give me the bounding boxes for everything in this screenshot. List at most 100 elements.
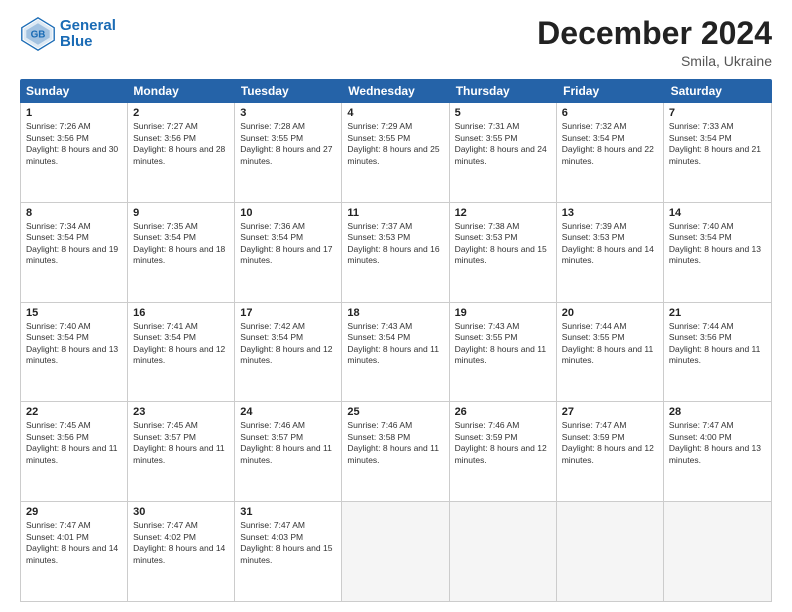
cell-info: Sunrise: 7:47 AMSunset: 3:59 PMDaylight:… [562,420,654,464]
day-number: 1 [26,107,122,119]
day-number: 21 [669,307,766,319]
calendar-cell: 30 Sunrise: 7:47 AMSunset: 4:02 PMDayligh… [128,502,235,601]
calendar-row: 29 Sunrise: 7:47 AMSunset: 4:01 PMDayligh… [21,502,771,601]
cell-info: Sunrise: 7:40 AMSunset: 3:54 PMDaylight:… [26,321,118,365]
cell-info: Sunrise: 7:31 AMSunset: 3:55 PMDaylight:… [455,121,547,165]
calendar-cell [342,502,449,601]
cell-info: Sunrise: 7:47 AMSunset: 4:01 PMDaylight:… [26,520,118,564]
calendar-cell: 23Sunrise: 7:45 AMSunset: 3:57 PMDayligh… [128,402,235,501]
cell-info: Sunrise: 7:43 AMSunset: 3:55 PMDaylight:… [455,321,547,365]
cell-info: Sunrise: 7:47 AMSunset: 4:02 PMDaylight:… [133,520,225,564]
calendar-cell: 10Sunrise: 7:36 AMSunset: 3:54 PMDayligh… [235,203,342,302]
calendar-cell: 27 Sunrise: 7:47 AMSunset: 3:59 PMDayligh… [557,402,664,501]
day-number: 8 [26,207,122,219]
calendar-cell: 28Sunrise: 7:47 AMSunset: 4:00 PMDayligh… [664,402,771,501]
page: GB General Blue December 2024 Smila, Ukr… [0,0,792,612]
calendar: Sunday Monday Tuesday Wednesday Thursday… [20,79,772,602]
day-number: 22 [26,406,122,418]
calendar-cell: 4 Sunrise: 7:29 AMSunset: 3:55 PMDaylight… [342,103,449,202]
header-wednesday: Wednesday [342,79,449,103]
calendar-cell: 29 Sunrise: 7:47 AMSunset: 4:01 PMDayligh… [21,502,128,601]
logo: GB General Blue [20,16,116,52]
day-number: 19 [455,307,551,319]
cell-info: Sunrise: 7:42 AMSunset: 3:54 PMDaylight:… [240,321,332,365]
calendar-cell: 18 Sunrise: 7:43 AMSunset: 3:54 PMDayligh… [342,303,449,402]
calendar-row: 15 Sunrise: 7:40 AMSunset: 3:54 PMDayligh… [21,303,771,403]
cell-info: Sunrise: 7:47 AMSunset: 4:03 PMDaylight:… [240,520,332,564]
calendar-cell: 3 Sunrise: 7:28 AMSunset: 3:55 PMDaylight… [235,103,342,202]
calendar-cell: 5 Sunrise: 7:31 AMSunset: 3:55 PMDaylight… [450,103,557,202]
cell-info: Sunrise: 7:43 AMSunset: 3:54 PMDaylight:… [347,321,439,365]
calendar-cell [664,502,771,601]
calendar-cell: 17 Sunrise: 7:42 AMSunset: 3:54 PMDayligh… [235,303,342,402]
svg-text:GB: GB [31,30,46,41]
header-monday: Monday [127,79,234,103]
header-saturday: Saturday [665,79,772,103]
calendar-cell: 20 Sunrise: 7:44 AMSunset: 3:55 PMDayligh… [557,303,664,402]
day-number: 3 [240,107,336,119]
calendar-cell: 21 Sunrise: 7:44 AMSunset: 3:56 PMDayligh… [664,303,771,402]
cell-info: Sunrise: 7:28 AMSunset: 3:55 PMDaylight:… [240,121,332,165]
logo-icon: GB [20,16,56,52]
location: Smila, Ukraine [537,53,772,69]
day-number: 28 [669,406,766,418]
cell-info: Sunrise: 7:37 AMSunset: 3:53 PMDaylight:… [347,221,439,265]
calendar-cell: 19 Sunrise: 7:43 AMSunset: 3:55 PMDayligh… [450,303,557,402]
calendar-cell: 6Sunrise: 7:32 AMSunset: 3:54 PMDaylight… [557,103,664,202]
day-number: 2 [133,107,229,119]
day-number: 5 [455,107,551,119]
header-friday: Friday [557,79,664,103]
cell-info: Sunrise: 7:46 AMSunset: 3:57 PMDaylight:… [240,420,332,464]
cell-info: Sunrise: 7:29 AMSunset: 3:55 PMDaylight:… [347,121,439,165]
calendar-row: 8Sunrise: 7:34 AMSunset: 3:54 PMDaylight… [21,203,771,303]
calendar-cell: 8Sunrise: 7:34 AMSunset: 3:54 PMDaylight… [21,203,128,302]
day-number: 7 [669,107,766,119]
calendar-cell [450,502,557,601]
header: GB General Blue December 2024 Smila, Ukr… [20,16,772,69]
title-area: December 2024 Smila, Ukraine [537,16,772,69]
calendar-cell: 15 Sunrise: 7:40 AMSunset: 3:54 PMDayligh… [21,303,128,402]
day-number: 20 [562,307,658,319]
calendar-cell: 13 Sunrise: 7:39 AMSunset: 3:53 PMDayligh… [557,203,664,302]
day-number: 26 [455,406,551,418]
calendar-cell: 14Sunrise: 7:40 AMSunset: 3:54 PMDayligh… [664,203,771,302]
day-number: 24 [240,406,336,418]
day-number: 12 [455,207,551,219]
month-title: December 2024 [537,16,772,51]
day-number: 29 [26,506,122,518]
calendar-cell: 12Sunrise: 7:38 AMSunset: 3:53 PMDayligh… [450,203,557,302]
cell-info: Sunrise: 7:36 AMSunset: 3:54 PMDaylight:… [240,221,332,265]
calendar-cell: 16Sunrise: 7:41 AMSunset: 3:54 PMDayligh… [128,303,235,402]
day-number: 9 [133,207,229,219]
cell-info: Sunrise: 7:45 AMSunset: 3:57 PMDaylight:… [133,420,225,464]
day-number: 6 [562,107,658,119]
day-number: 31 [240,506,336,518]
day-number: 15 [26,307,122,319]
header-thursday: Thursday [450,79,557,103]
day-number: 13 [562,207,658,219]
day-number: 18 [347,307,443,319]
cell-info: Sunrise: 7:44 AMSunset: 3:56 PMDaylight:… [669,321,761,365]
cell-info: Sunrise: 7:44 AMSunset: 3:55 PMDaylight:… [562,321,654,365]
calendar-cell: 24 Sunrise: 7:46 AMSunset: 3:57 PMDayligh… [235,402,342,501]
day-number: 27 [562,406,658,418]
header-sunday: Sunday [20,79,127,103]
day-number: 30 [133,506,229,518]
cell-info: Sunrise: 7:39 AMSunset: 3:53 PMDaylight:… [562,221,654,265]
calendar-cell: 26 Sunrise: 7:46 AMSunset: 3:59 PMDayligh… [450,402,557,501]
calendar-cell: 7Sunrise: 7:33 AMSunset: 3:54 PMDaylight… [664,103,771,202]
cell-info: Sunrise: 7:46 AMSunset: 3:59 PMDaylight:… [455,420,547,464]
header-tuesday: Tuesday [235,79,342,103]
cell-info: Sunrise: 7:35 AMSunset: 3:54 PMDaylight:… [133,221,225,265]
calendar-row: 1Sunrise: 7:26 AMSunset: 3:56 PMDaylight… [21,103,771,203]
calendar-cell: 9 Sunrise: 7:35 AMSunset: 3:54 PMDaylight… [128,203,235,302]
day-number: 4 [347,107,443,119]
calendar-header: Sunday Monday Tuesday Wednesday Thursday… [20,79,772,103]
logo-text: General Blue [60,18,116,51]
calendar-cell: 11Sunrise: 7:37 AMSunset: 3:53 PMDayligh… [342,203,449,302]
calendar-cell: 22Sunrise: 7:45 AMSunset: 3:56 PMDayligh… [21,402,128,501]
cell-info: Sunrise: 7:27 AMSunset: 3:56 PMDaylight:… [133,121,225,165]
day-number: 17 [240,307,336,319]
calendar-cell: 31 Sunrise: 7:47 AMSunset: 4:03 PMDayligh… [235,502,342,601]
cell-info: Sunrise: 7:40 AMSunset: 3:54 PMDaylight:… [669,221,761,265]
